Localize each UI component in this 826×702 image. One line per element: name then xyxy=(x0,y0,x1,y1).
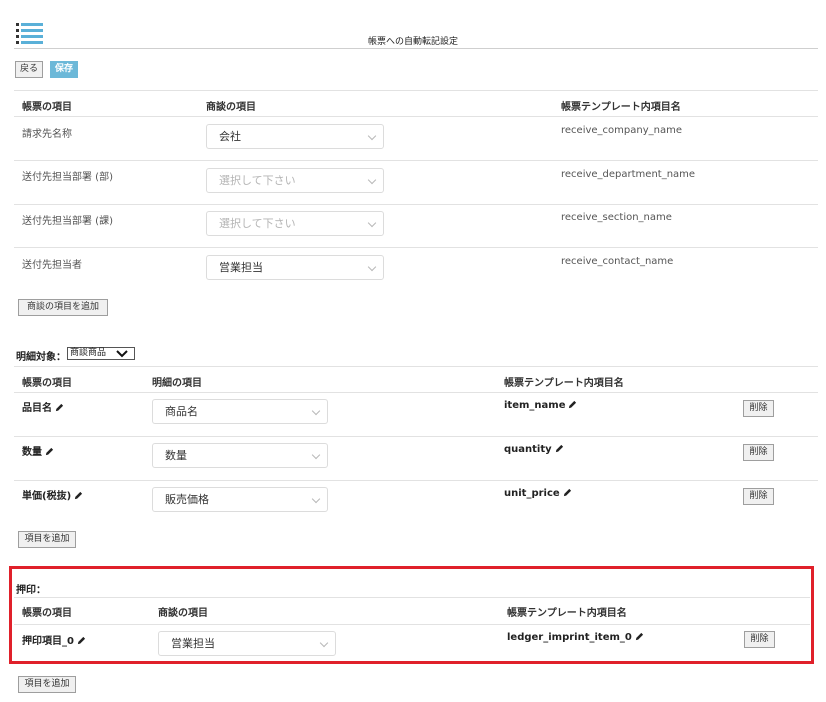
imprint-section-title: 押印： xyxy=(16,585,46,596)
pencil-icon[interactable] xyxy=(45,447,54,456)
template-text: ledger_imprint_item_0 xyxy=(507,632,632,643)
label-text: 押印項目_0 xyxy=(22,636,74,647)
row-label[interactable]: 単価(税抜) xyxy=(22,487,83,502)
menu-icon[interactable] xyxy=(16,22,44,46)
add-imprint-item-button[interactable]: 項目を追加 xyxy=(18,676,76,693)
col-header-template-name: 帳票テンプレート内項目名 xyxy=(507,608,627,619)
template-name: receive_company_name xyxy=(561,125,682,136)
header-divider xyxy=(14,48,818,49)
row-label: 請求先名称 xyxy=(22,129,72,140)
save-button[interactable]: 保存 xyxy=(50,61,78,78)
template-text: quantity xyxy=(504,444,552,455)
chevron-down-icon xyxy=(319,638,329,648)
row-label: 送付先担当者 xyxy=(22,260,82,271)
row-label: 送付先担当部署 (部) xyxy=(22,172,113,183)
delete-button[interactable]: 削除 xyxy=(743,400,774,417)
divider xyxy=(14,624,810,625)
row-label[interactable]: 数量 xyxy=(22,443,54,458)
label-text: 単価(税抜) xyxy=(22,491,72,502)
pencil-icon[interactable] xyxy=(635,632,644,641)
divider xyxy=(14,366,818,367)
select-placeholder: 選択して下さい xyxy=(219,174,296,187)
template-name: receive_department_name xyxy=(561,169,696,180)
template-name: receive_section_name xyxy=(561,212,672,223)
detail-item-select[interactable]: 販売価格 xyxy=(152,487,328,512)
pencil-icon[interactable] xyxy=(568,400,577,409)
chevron-down-icon xyxy=(311,406,321,416)
template-name[interactable]: unit_price xyxy=(504,488,572,499)
select-placeholder: 選択して下さい xyxy=(219,217,296,230)
col-header-deal-item: 商談の項目 xyxy=(206,102,256,113)
select-value: 商談商品 xyxy=(70,348,107,358)
pencil-icon[interactable] xyxy=(55,403,64,412)
template-name: receive_contact_name xyxy=(561,256,674,267)
chevron-down-icon xyxy=(367,131,377,141)
detail-target-select[interactable]: 商談商品 xyxy=(67,347,135,360)
pencil-icon[interactable] xyxy=(555,444,564,453)
chevron-down-icon xyxy=(367,175,377,185)
template-name[interactable]: ledger_imprint_item_0 xyxy=(507,632,644,643)
chevron-down-icon xyxy=(116,350,128,358)
detail-item-select[interactable]: 商品名 xyxy=(152,399,328,424)
divider xyxy=(14,90,818,91)
select-value: 会社 xyxy=(219,130,241,143)
row-label[interactable]: 品目名 xyxy=(22,399,64,414)
imprint-deal-item-select[interactable]: 営業担当 xyxy=(158,631,336,656)
select-value: 営業担当 xyxy=(219,261,263,274)
chevron-down-icon xyxy=(311,494,321,504)
divider xyxy=(14,597,810,598)
divider xyxy=(14,204,818,205)
page-title: 帳票への自動転記設定 xyxy=(368,37,459,47)
delete-button[interactable]: 削除 xyxy=(743,444,774,461)
divider xyxy=(14,247,818,248)
back-button[interactable]: 戻る xyxy=(15,61,43,78)
deal-item-select[interactable]: 会社 xyxy=(206,124,384,149)
col-header-ledger-item: 帳票の項目 xyxy=(22,608,72,619)
pencil-icon[interactable] xyxy=(77,636,86,645)
template-text: item_name xyxy=(504,400,566,411)
add-detail-item-button[interactable]: 項目を追加 xyxy=(18,531,76,548)
col-header-deal-item: 商談の項目 xyxy=(158,608,208,619)
deal-item-select[interactable]: 営業担当 xyxy=(206,255,384,280)
pencil-icon[interactable] xyxy=(74,491,83,500)
select-value: 販売価格 xyxy=(165,493,209,506)
template-text: unit_price xyxy=(504,488,560,499)
divider xyxy=(14,480,818,481)
row-label: 送付先担当部署 (課) xyxy=(22,216,113,227)
col-header-ledger-item: 帳票の項目 xyxy=(22,102,72,113)
template-name[interactable]: item_name xyxy=(504,400,577,411)
row-label[interactable]: 押印項目_0 xyxy=(22,632,86,647)
col-header-template-name: 帳票テンプレート内項目名 xyxy=(561,102,681,113)
label-text: 品目名 xyxy=(22,403,52,414)
label-text: 数量 xyxy=(22,447,42,458)
select-value: 営業担当 xyxy=(171,637,215,650)
add-deal-item-button[interactable]: 商談の項目を追加 xyxy=(18,299,108,316)
select-value: 商品名 xyxy=(165,405,198,418)
pencil-icon[interactable] xyxy=(563,488,572,497)
divider xyxy=(14,160,818,161)
divider xyxy=(14,116,818,117)
col-header-detail-item: 明細の項目 xyxy=(152,378,202,389)
imprint-highlight-box xyxy=(9,566,814,664)
delete-button[interactable]: 削除 xyxy=(744,631,775,648)
detail-target-label: 明細対象： xyxy=(16,352,66,363)
chevron-down-icon xyxy=(367,262,377,272)
chevron-down-icon xyxy=(367,218,377,228)
template-name[interactable]: quantity xyxy=(504,444,564,455)
detail-item-select[interactable]: 数量 xyxy=(152,443,328,468)
col-header-template-name: 帳票テンプレート内項目名 xyxy=(504,378,624,389)
delete-button[interactable]: 削除 xyxy=(743,488,774,505)
deal-item-select[interactable]: 選択して下さい xyxy=(206,211,384,236)
divider xyxy=(14,392,818,393)
deal-item-select[interactable]: 選択して下さい xyxy=(206,168,384,193)
divider xyxy=(14,436,818,437)
chevron-down-icon xyxy=(311,450,321,460)
select-value: 数量 xyxy=(165,449,187,462)
col-header-ledger-item: 帳票の項目 xyxy=(22,378,72,389)
